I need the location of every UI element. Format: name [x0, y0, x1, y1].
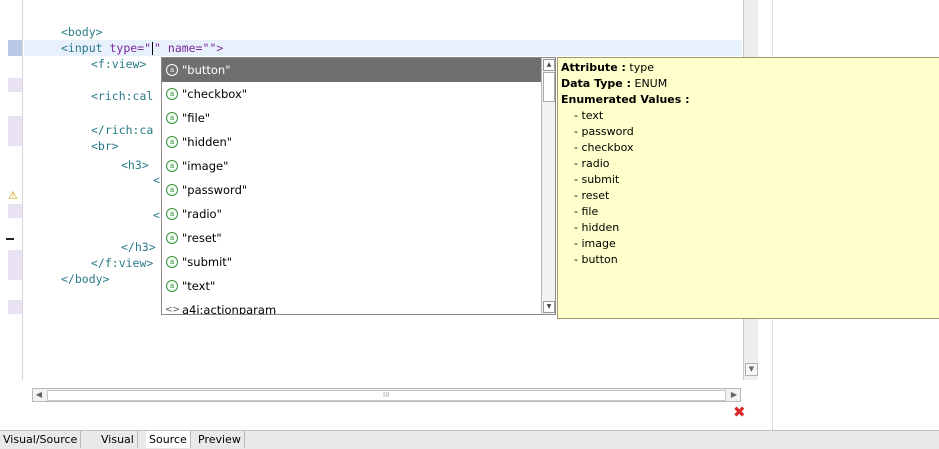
editor-horizontal-scrollbar[interactable]: ◀ III ▶ [32, 388, 741, 402]
horizontal-scroll-thumb[interactable]: III [47, 390, 726, 401]
code-line: < [153, 208, 160, 222]
autocomplete-item[interactable]: a "submit" [162, 250, 541, 274]
tab-visual[interactable]: Visual [98, 431, 138, 448]
close-icon[interactable]: ✖ [733, 404, 747, 420]
tab-source[interactable]: Source [146, 431, 191, 448]
autocomplete-item-selected[interactable]: a "button" [162, 58, 541, 82]
attribute-value-icon: a [166, 208, 178, 220]
autocomplete-item[interactable]: a "checkbox" [162, 82, 541, 106]
enum-value: - file [574, 205, 599, 218]
autocomplete-item[interactable]: a "image" [162, 154, 541, 178]
attribute-value-icon: a [166, 184, 178, 196]
code-line: <f:view> [91, 57, 147, 71]
tab-preview[interactable]: Preview [195, 431, 245, 448]
attribute-info-tooltip: Attribute : type Data Type : ENUM Enumer… [557, 57, 939, 319]
autocomplete-item[interactable]: a "hidden" [162, 130, 541, 154]
folding-marker-icon[interactable] [6, 238, 14, 240]
attribute-value-icon: a [166, 256, 178, 268]
code-line: </rich:ca [91, 123, 154, 137]
attribute-value-icon: a [166, 160, 178, 172]
autocomplete-item[interactable]: a "text" [162, 274, 541, 298]
attribute-value-icon: a [166, 280, 178, 292]
enum-value: - radio [574, 157, 610, 170]
autocomplete-item[interactable]: a "reset" [162, 226, 541, 250]
scroll-up-icon[interactable]: ▲ [543, 59, 555, 71]
ruler-mark-current-line [8, 40, 22, 56]
enum-value: - text [574, 109, 604, 122]
code-line-current: <input type=" " name=""> [61, 41, 224, 55]
attribute-value-icon: a [166, 112, 178, 124]
autocomplete-list[interactable]: a "button" a "checkbox" a "file" a "hidden" … [162, 58, 541, 314]
attribute-value-icon: a [166, 136, 178, 148]
enum-value: - password [574, 125, 634, 138]
scroll-right-icon[interactable]: ▶ [728, 389, 740, 401]
scroll-down-icon[interactable]: ▼ [543, 301, 555, 313]
enum-value: - hidden [574, 221, 620, 234]
datatype-row: Data Type : ENUM [561, 77, 668, 90]
ruler-mark [8, 300, 22, 314]
attribute-value-icon: a [166, 232, 178, 244]
code-line: <rich:cal [91, 89, 154, 103]
ruler-mark [8, 78, 22, 92]
autocomplete-scroll-thumb[interactable] [543, 72, 555, 102]
autocomplete-scrollbar[interactable]: ▲ ▼ [541, 58, 555, 314]
autocomplete-item[interactable]: a "radio" [162, 202, 541, 226]
enum-value: - submit [574, 173, 620, 186]
gutter-divider [22, 0, 23, 380]
enum-value: - reset [574, 189, 610, 202]
autocomplete-item[interactable]: <> a4j:actionparam [162, 298, 541, 314]
autocomplete-item[interactable]: a "password" [162, 178, 541, 202]
autocomplete-item[interactable]: a "file" [162, 106, 541, 130]
code-line: </h3> [121, 240, 156, 254]
tab-visual-source[interactable]: Visual/Source [0, 431, 82, 448]
scroll-grip: III [383, 391, 390, 399]
tag-icon: <> [165, 305, 181, 314]
scroll-left-icon[interactable]: ◀ [33, 389, 45, 401]
attribute-value-icon: a [166, 88, 178, 100]
autocomplete-popup[interactable]: a "button" a "checkbox" a "file" a "hidden" … [161, 57, 556, 315]
editor-tab-bar: Visual/Source Visual Source Preview [0, 430, 939, 449]
code-line: <h3> [121, 158, 149, 172]
code-line: <body> [61, 25, 103, 39]
code-line: </f:view> [91, 256, 154, 270]
ruler-mark [8, 250, 22, 280]
scroll-down-icon[interactable]: ▼ [745, 363, 758, 376]
code-line: < [153, 173, 160, 187]
code-line: </body> [61, 272, 110, 286]
warning-icon[interactable]: ⚠ [8, 189, 22, 202]
attribute-row: Attribute : type [561, 61, 654, 74]
enum-value: - image [574, 237, 616, 250]
ruler-mark [8, 116, 22, 146]
text-cursor [152, 42, 154, 55]
attribute-value-icon: a [166, 64, 178, 76]
enum-value: - button [574, 253, 618, 266]
enum-value: - checkbox [574, 141, 634, 154]
enum-heading: Enumerated Values : [561, 93, 690, 106]
ruler-mark [8, 204, 22, 218]
code-line: <br> [91, 139, 119, 153]
